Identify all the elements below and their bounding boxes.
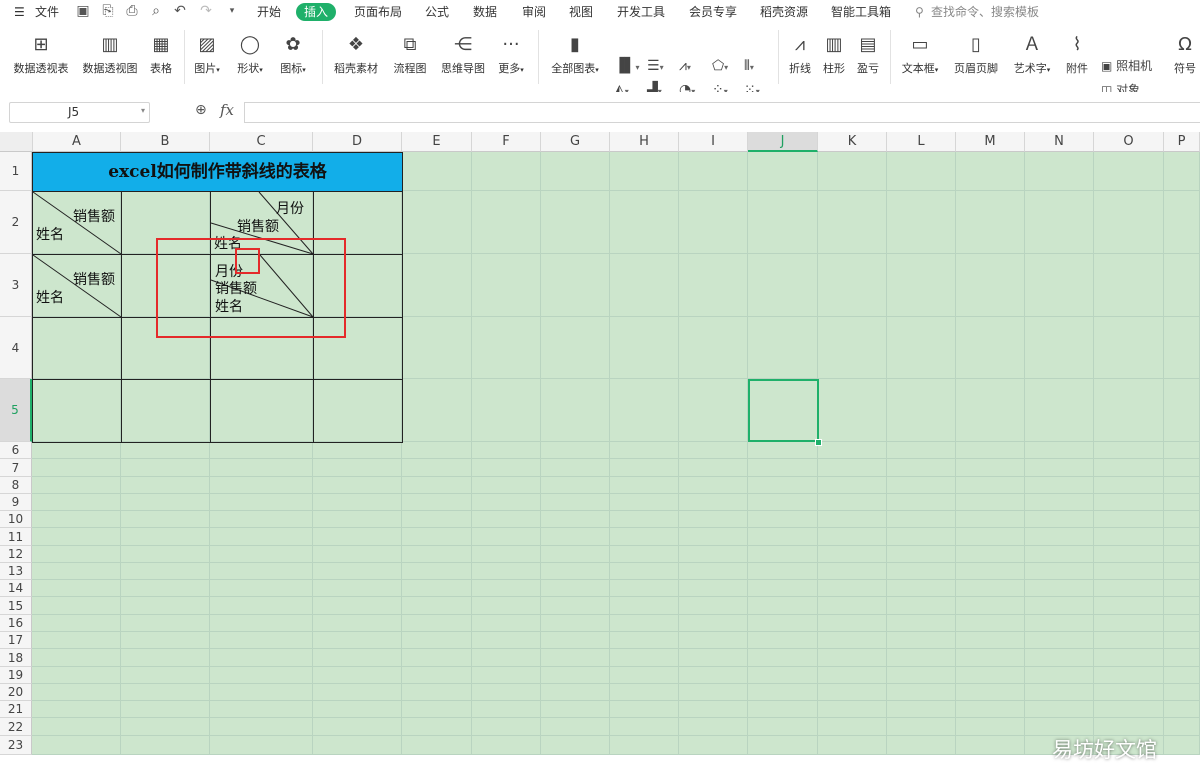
sparkline-winloss-button[interactable]: ▤ 盈亏 xyxy=(853,32,883,76)
customize-dropdown-icon[interactable]: ▾ xyxy=(224,3,240,19)
column-chart-icon[interactable]: ▐▌▾ xyxy=(614,58,640,76)
all-charts-button[interactable]: ▮ 全部图表▾ xyxy=(546,32,604,76)
print-preview-icon[interactable]: ⌕ xyxy=(148,3,164,19)
sparkline-winloss-icon: ▤ xyxy=(859,34,877,55)
more-button[interactable]: ··· 更多▾ xyxy=(494,32,528,76)
bar-chart-icon[interactable]: ☰▾ xyxy=(647,58,664,76)
radar-chart-icon[interactable]: ⬠▾ xyxy=(712,58,728,76)
c2-header-middle: 销售额 xyxy=(237,219,279,235)
watermark: 易坊好文馆 xyxy=(1052,738,1157,762)
fill-handle[interactable] xyxy=(815,439,822,446)
icons-icon: ✿ xyxy=(285,34,301,55)
header-footer-icon: ▯ xyxy=(971,34,981,55)
attachment-button[interactable]: ⌇ 附件 xyxy=(1062,32,1092,76)
ribbon-divider xyxy=(890,30,891,84)
flowchart-button[interactable]: ⧉ 流程图 xyxy=(390,32,430,76)
textbox-button[interactable]: ▭ 文本框▾ xyxy=(896,32,944,76)
ribbon-divider xyxy=(322,30,323,84)
picture-icon: ▨ xyxy=(198,34,216,55)
tab-review[interactable]: 审阅 xyxy=(522,3,546,21)
pivot-chart-button[interactable]: ▥ 数据透视图 xyxy=(80,32,140,76)
all-charts-icon: ▮ xyxy=(570,34,580,55)
selected-cell-j5[interactable] xyxy=(748,379,819,442)
tab-developer[interactable]: 开发工具 xyxy=(617,3,665,21)
tab-view[interactable]: 视图 xyxy=(569,3,593,21)
sparkline-line-button[interactable]: ⩘ 折线 xyxy=(785,32,815,76)
a3-header-top: 销售额 xyxy=(73,272,115,288)
export-pdf-icon[interactable]: ⎘ xyxy=(100,3,116,19)
sparkline-column-icon: ▥ xyxy=(825,34,843,55)
attachment-icon: ⌇ xyxy=(1072,34,1082,55)
symbol-button[interactable]: Ω 符号 xyxy=(1170,32,1200,76)
tab-insert[interactable]: 插入 xyxy=(296,3,337,21)
ribbon-insert: ⊞ 数据透视表 ▥ 数据透视图 ▦ 表格 ▨ 图片▾ ◯ 形状▾ ✿ 图标▾ ❖… xyxy=(0,24,1200,98)
shape-button[interactable]: ◯ 形状▾ xyxy=(233,32,267,76)
pivot-chart-icon: ▥ xyxy=(101,34,119,55)
more-icon: ··· xyxy=(502,34,520,55)
chevron-down-icon[interactable]: ▾ xyxy=(141,106,145,115)
print-icon[interactable]: ⎙ xyxy=(124,3,140,19)
sparkline-line-icon: ⩘ xyxy=(794,34,806,55)
name-box[interactable]: J5 ▾ xyxy=(9,102,150,123)
camera-button[interactable]: ▣ 照相机 xyxy=(1101,58,1152,74)
search-icon[interactable]: ⚲ xyxy=(915,3,924,21)
ribbon-divider xyxy=(538,30,539,84)
icons-button[interactable]: ✿ 图标▾ xyxy=(276,32,310,76)
file-menu[interactable]: 文件 xyxy=(35,3,59,21)
annotation-box-small xyxy=(235,248,260,274)
command-search[interactable]: 查找命令、搜索模板 xyxy=(931,3,1039,21)
a2-header-top: 销售额 xyxy=(73,209,115,225)
picture-button[interactable]: ▨ 图片▾ xyxy=(190,32,224,76)
tab-page-layout[interactable]: 页面布局 xyxy=(354,3,402,21)
shape-icon: ◯ xyxy=(239,34,261,55)
menu-bar: ☰ 文件 ▣ ⎘ ⎙ ⌕ ↶ ↷ ▾ 开始 插入 页面布局 公式 数据 审阅 视… xyxy=(0,0,1200,24)
pivot-table-icon: ⊞ xyxy=(33,34,49,55)
insert-function-button[interactable]: fx xyxy=(220,101,234,119)
wordart-icon: Ａ xyxy=(1023,34,1041,55)
tab-smart-toolbox[interactable]: 智能工具箱 xyxy=(831,3,891,21)
table-icon: ▦ xyxy=(152,34,170,55)
tab-member[interactable]: 会员专享 xyxy=(689,3,737,21)
flowchart-icon: ⧉ xyxy=(403,34,417,55)
a3-header-bottom: 姓名 xyxy=(36,290,64,306)
worksheet-grid[interactable]: ABCDEFGHIJKLMNOP 1 2 3 4 5 6 7 8 9 10 11 12 13 14 15 16… xyxy=(0,132,1200,755)
tab-home[interactable]: 开始 xyxy=(257,3,281,21)
tab-docer-resources[interactable]: 稻壳资源 xyxy=(760,3,808,21)
tab-formulas[interactable]: 公式 xyxy=(425,3,449,21)
tab-data[interactable]: 数据 xyxy=(473,3,497,21)
material-icon: ❖ xyxy=(347,34,365,55)
a2-header-bottom: 姓名 xyxy=(36,227,64,243)
wordart-button[interactable]: Ａ 艺术字▾ xyxy=(1008,32,1056,76)
mindmap-button[interactable]: ⋲ 思维导图 xyxy=(437,32,489,76)
mindmap-icon: ⋲ xyxy=(454,34,472,55)
stock-chart-icon[interactable]: ⫴▾ xyxy=(744,58,754,76)
textbox-icon: ▭ xyxy=(911,34,929,55)
line-chart-icon[interactable]: ⩘▾ xyxy=(679,58,691,76)
ribbon-divider xyxy=(778,30,779,84)
sparkline-column-button[interactable]: ▥ 柱形 xyxy=(819,32,849,76)
pivot-table-button[interactable]: ⊞ 数据透视表 xyxy=(10,32,72,76)
zoom-search-icon[interactable]: ⊕ xyxy=(195,102,207,118)
table-button[interactable]: ▦ 表格 xyxy=(146,32,176,76)
diagonal-lines xyxy=(32,191,314,318)
c2-header-top: 月份 xyxy=(276,201,304,217)
camera-icon: ▣ xyxy=(1101,59,1113,73)
redo-icon[interactable]: ↷ xyxy=(198,3,214,19)
symbol-icon: Ω xyxy=(1178,34,1192,55)
docer-material-button[interactable]: ❖ 稻壳素材 xyxy=(330,32,382,76)
ribbon-divider xyxy=(184,30,185,84)
cell-reference: J5 xyxy=(68,105,80,119)
undo-icon[interactable]: ↶ xyxy=(172,3,188,19)
hamburger-menu-icon[interactable]: ☰ xyxy=(14,3,25,21)
save-icon[interactable]: ▣ xyxy=(75,3,91,19)
formula-input[interactable] xyxy=(244,102,1200,123)
header-footer-button[interactable]: ▯ 页眉页脚 xyxy=(951,32,1001,76)
